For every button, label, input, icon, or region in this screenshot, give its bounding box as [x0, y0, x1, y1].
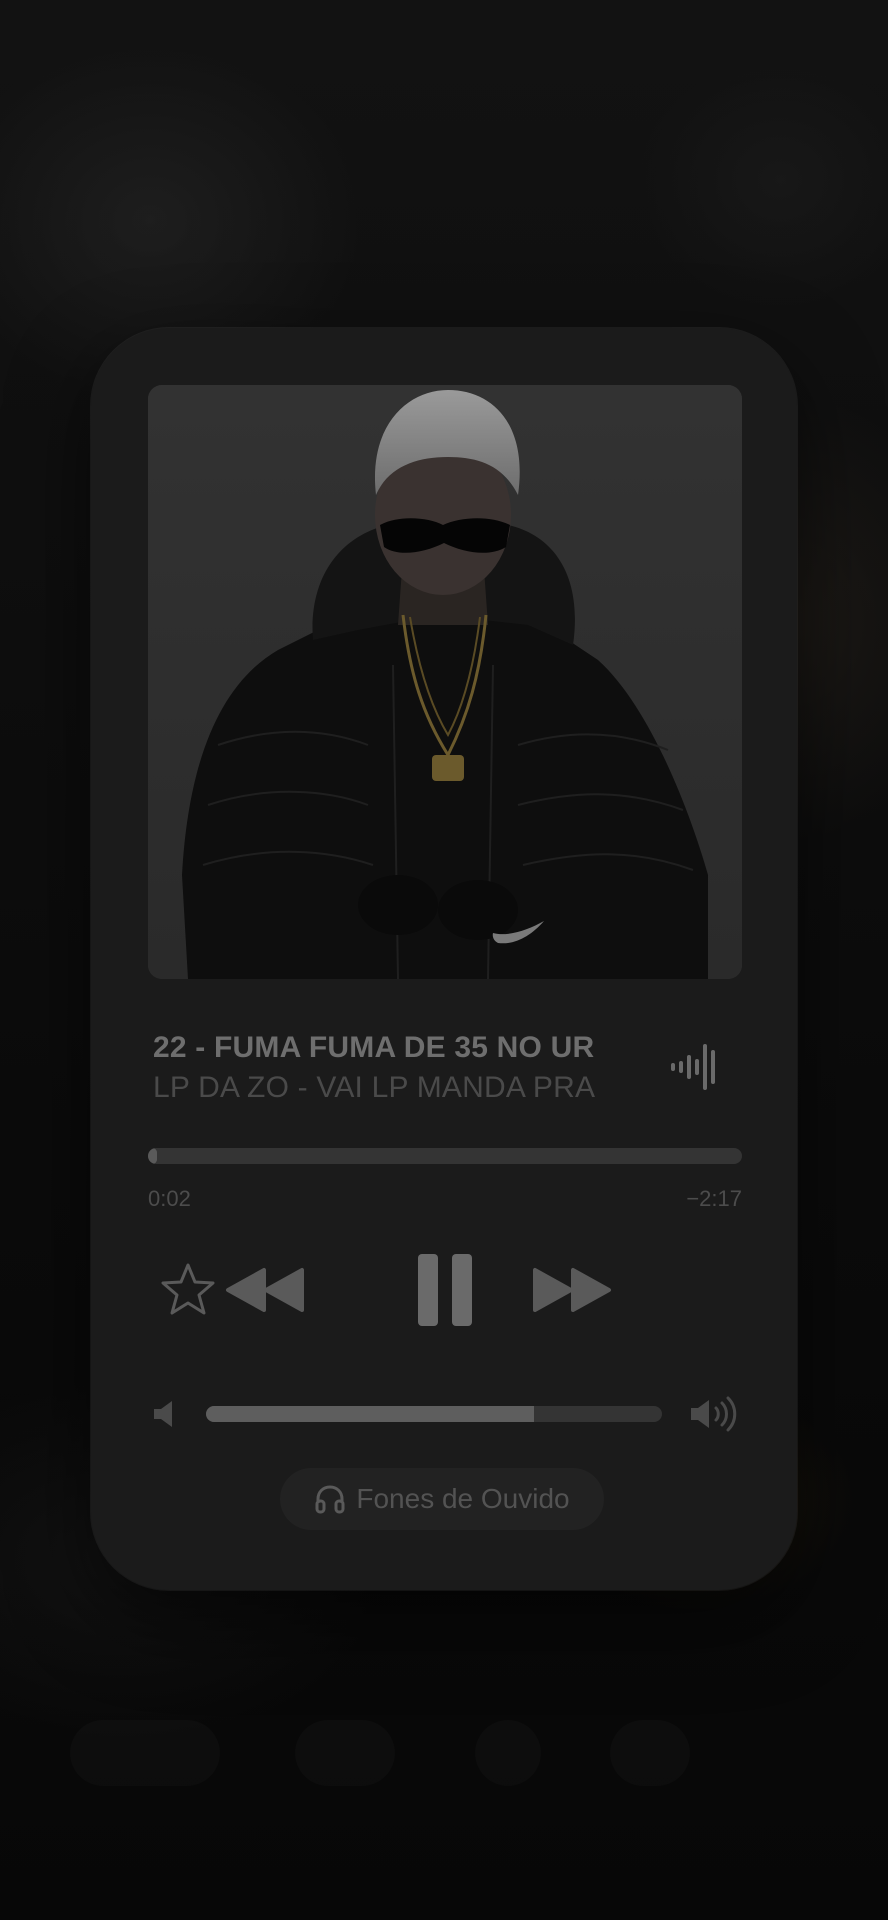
dock-shadow — [295, 1720, 395, 1786]
playback-scrubber[interactable] — [148, 1148, 742, 1164]
volume-high-icon — [686, 1392, 742, 1436]
previous-track-button[interactable] — [215, 1250, 315, 1330]
dock-shadow — [610, 1720, 690, 1786]
speaker-low-icon — [154, 1401, 172, 1427]
audio-output-route-button[interactable]: Fones de Ouvido — [280, 1468, 604, 1530]
track-title: 22 - FUMA FUMA DE 35 NO UR — [153, 1031, 595, 1064]
fast-forward-icon — [533, 1268, 611, 1312]
play-pause-button[interactable] — [400, 1240, 490, 1340]
next-track-button[interactable] — [522, 1250, 622, 1330]
volume-slider[interactable] — [206, 1406, 662, 1422]
audio-output-label: Fones de Ouvido — [356, 1483, 570, 1514]
dock-shadow — [70, 1720, 220, 1786]
speaker-high-icon — [691, 1396, 737, 1432]
album-artwork-image — [148, 385, 742, 979]
track-artist: LP DA ZO - VAI LP MANDA PRA — [153, 1071, 596, 1104]
album-artwork[interactable] — [148, 385, 742, 979]
dock-shadow — [475, 1720, 541, 1786]
volume-level-fill — [206, 1406, 535, 1422]
now-playing-card: 22 - FUMA FUMA DE 35 NO UR LP DA ZO - VA… — [91, 328, 797, 1590]
star-outline-icon — [161, 1263, 215, 1315]
rewind-icon — [226, 1268, 304, 1312]
elapsed-time: 0:02 — [148, 1186, 191, 1211]
volume-low-icon — [146, 1396, 186, 1432]
audio-waveform-icon — [669, 1042, 721, 1092]
headphones-icon — [315, 1485, 345, 1514]
track-info[interactable]: 22 - FUMA FUMA DE 35 NO UR LP DA ZO - VA… — [153, 1028, 633, 1108]
remaining-time: −2:17 — [686, 1186, 742, 1211]
pause-icon — [418, 1254, 472, 1326]
playback-progress-fill — [148, 1148, 157, 1164]
